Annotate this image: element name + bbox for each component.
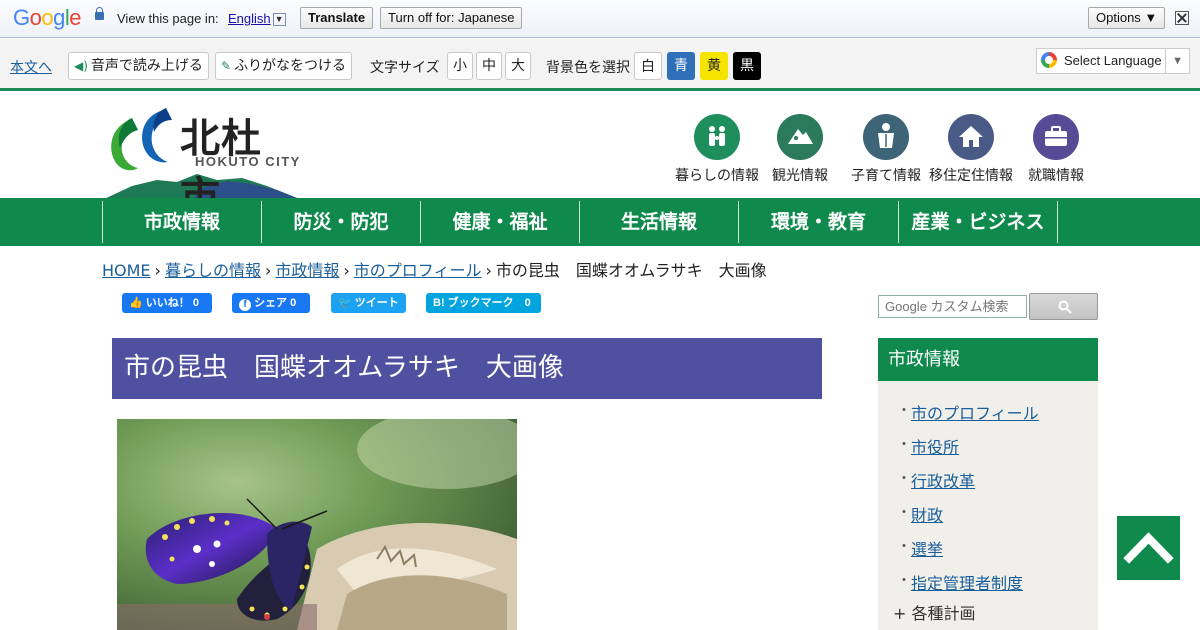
breadcrumb-current: 市の昆虫 国蝶オオムラサキ 大画像	[495, 261, 767, 280]
language-dropdown-icon[interactable]: ▼	[272, 13, 286, 26]
nav-industry-business[interactable]: 産業・ビジネス	[898, 201, 1057, 243]
search-icon	[1058, 300, 1072, 314]
thumbs-up-icon: 👍	[129, 297, 143, 309]
nav-employment-info[interactable]: 就職情報	[1027, 114, 1085, 185]
bg-color-label: 背景色を選択	[546, 60, 630, 76]
facebook-share-button[interactable]: f シェア 0	[232, 293, 310, 313]
breadcrumb: HOME › 暮らしの情報 › 市政情報 › 市のプロフィール › 市の昆虫 国蝶オオムラサキ …	[102, 261, 767, 280]
breadcrumb-city-admin[interactable]: 市政情報	[275, 261, 339, 280]
bg-blue-button[interactable]: 青	[667, 52, 695, 80]
butterfly-photo	[117, 419, 517, 630]
font-size-large-button[interactable]: 大	[505, 52, 531, 80]
google-g-icon	[1041, 52, 1057, 68]
font-size-small-button[interactable]: 小	[447, 52, 473, 80]
breadcrumb-city-profile[interactable]: 市のプロフィール	[354, 261, 482, 280]
font-size-label: 文字サイズ	[370, 60, 440, 76]
sidebar-item-designated-manager[interactable]: 指定管理者制度	[911, 570, 1023, 594]
close-icon[interactable]	[1175, 11, 1189, 25]
breadcrumb-home[interactable]: HOME	[102, 261, 151, 280]
twitter-bird-icon: 🐦	[338, 297, 352, 309]
bg-yellow-button[interactable]: 黄	[700, 52, 728, 80]
nav-living-information[interactable]: 生活情報	[579, 201, 738, 243]
font-size-medium-button[interactable]: 中	[476, 52, 502, 80]
read-aloud-button[interactable]: ◀) 音声で読み上げる	[68, 52, 209, 80]
view-page-in-text: View this page in:	[117, 11, 219, 26]
sidebar-menu: ・ 市のプロフィール ・ 市役所 ・ 行政改革 ・ 財政 ・ 選挙 ・ 指定管理…	[878, 381, 1098, 630]
sidebar-item-plans-expandable[interactable]: + 各種計画	[893, 600, 976, 624]
nav-tourism-info[interactable]: 観光情報	[770, 114, 830, 185]
skip-to-content-link[interactable]: 本文へ	[10, 57, 52, 77]
page-top-button[interactable]	[1117, 516, 1180, 580]
sidebar-item-finance[interactable]: 財政	[911, 502, 943, 526]
lock-icon	[95, 7, 104, 20]
google-logo: Google	[13, 5, 82, 30]
hatena-bookmark-button[interactable]: B! ブックマーク 0	[426, 293, 541, 313]
language-link[interactable]: English ▼	[228, 11, 286, 26]
nav-disaster-prevention[interactable]: 防災・防犯	[261, 201, 420, 243]
pencil-icon: ✎	[221, 59, 232, 73]
house-icon	[948, 114, 994, 160]
logo-subtitle: HOKUTO CITY	[195, 154, 301, 169]
nav-relocation-info[interactable]: 移住定住情報	[928, 114, 1014, 185]
sidebar-item-city-profile[interactable]: 市のプロフィール	[911, 400, 1039, 424]
facebook-icon: f	[239, 299, 251, 311]
bg-black-button[interactable]: 黒	[733, 52, 761, 80]
city-logo[interactable]: 北杜市 HOKUTO CITY	[102, 108, 302, 220]
facebook-like-button[interactable]: 👍 いいね！ 0	[122, 293, 212, 313]
search-button[interactable]	[1029, 293, 1098, 320]
briefcase-icon	[1033, 114, 1079, 160]
page-title: 市の昆虫 国蝶オオムラサキ 大画像	[112, 338, 822, 399]
bg-white-button[interactable]: 白	[634, 52, 662, 80]
chevron-up-icon	[1123, 532, 1174, 564]
tweet-button[interactable]: 🐦 ツイート	[331, 293, 406, 313]
furigana-button[interactable]: ✎ ふりがなをつける	[215, 52, 353, 80]
sidebar-item-elections[interactable]: 選挙	[911, 536, 943, 560]
translate-options-button[interactable]: Options ▼	[1088, 7, 1166, 29]
family-icon	[694, 114, 740, 160]
nav-health-welfare[interactable]: 健康・福祉	[420, 201, 579, 243]
sidebar-item-admin-reform[interactable]: 行政改革	[911, 468, 975, 492]
turn-off-translation-button[interactable]: Turn off for: Japanese	[380, 7, 523, 29]
nav-environment-education[interactable]: 環境・教育	[738, 201, 898, 243]
breadcrumb-living-info[interactable]: 暮らしの情報	[165, 261, 261, 280]
nav-living-info[interactable]: 暮らしの情報	[674, 114, 760, 185]
google-translate-bar: Google View this page in: English ▼ Trans…	[0, 0, 1200, 38]
sidebar-heading: 市政情報	[878, 338, 1098, 381]
speaker-icon: ◀)	[74, 59, 88, 73]
nav-childcare-info[interactable]: 子育て情報	[850, 114, 922, 185]
accessibility-toolbar: 本文へ ◀) 音声で読み上げる ✎ ふりがなをつける 文字サイズ 小 中 大 背景色…	[0, 39, 1200, 91]
sidebar-item-city-hall[interactable]: 市役所	[911, 434, 959, 458]
site-search-input[interactable]	[878, 295, 1027, 318]
mountain-icon	[777, 114, 823, 160]
translate-button[interactable]: Translate	[300, 7, 374, 29]
nav-city-administration[interactable]: 市政情報	[102, 201, 261, 243]
main-navigation: 市政情報 防災・防犯 健康・福祉 生活情報 環境・教育 産業・ビジネス	[0, 198, 1200, 246]
select-language-dropdown[interactable]: Select Language ▼	[1036, 48, 1190, 74]
chevron-down-icon: ▼	[1165, 49, 1183, 73]
child-icon	[863, 114, 909, 160]
